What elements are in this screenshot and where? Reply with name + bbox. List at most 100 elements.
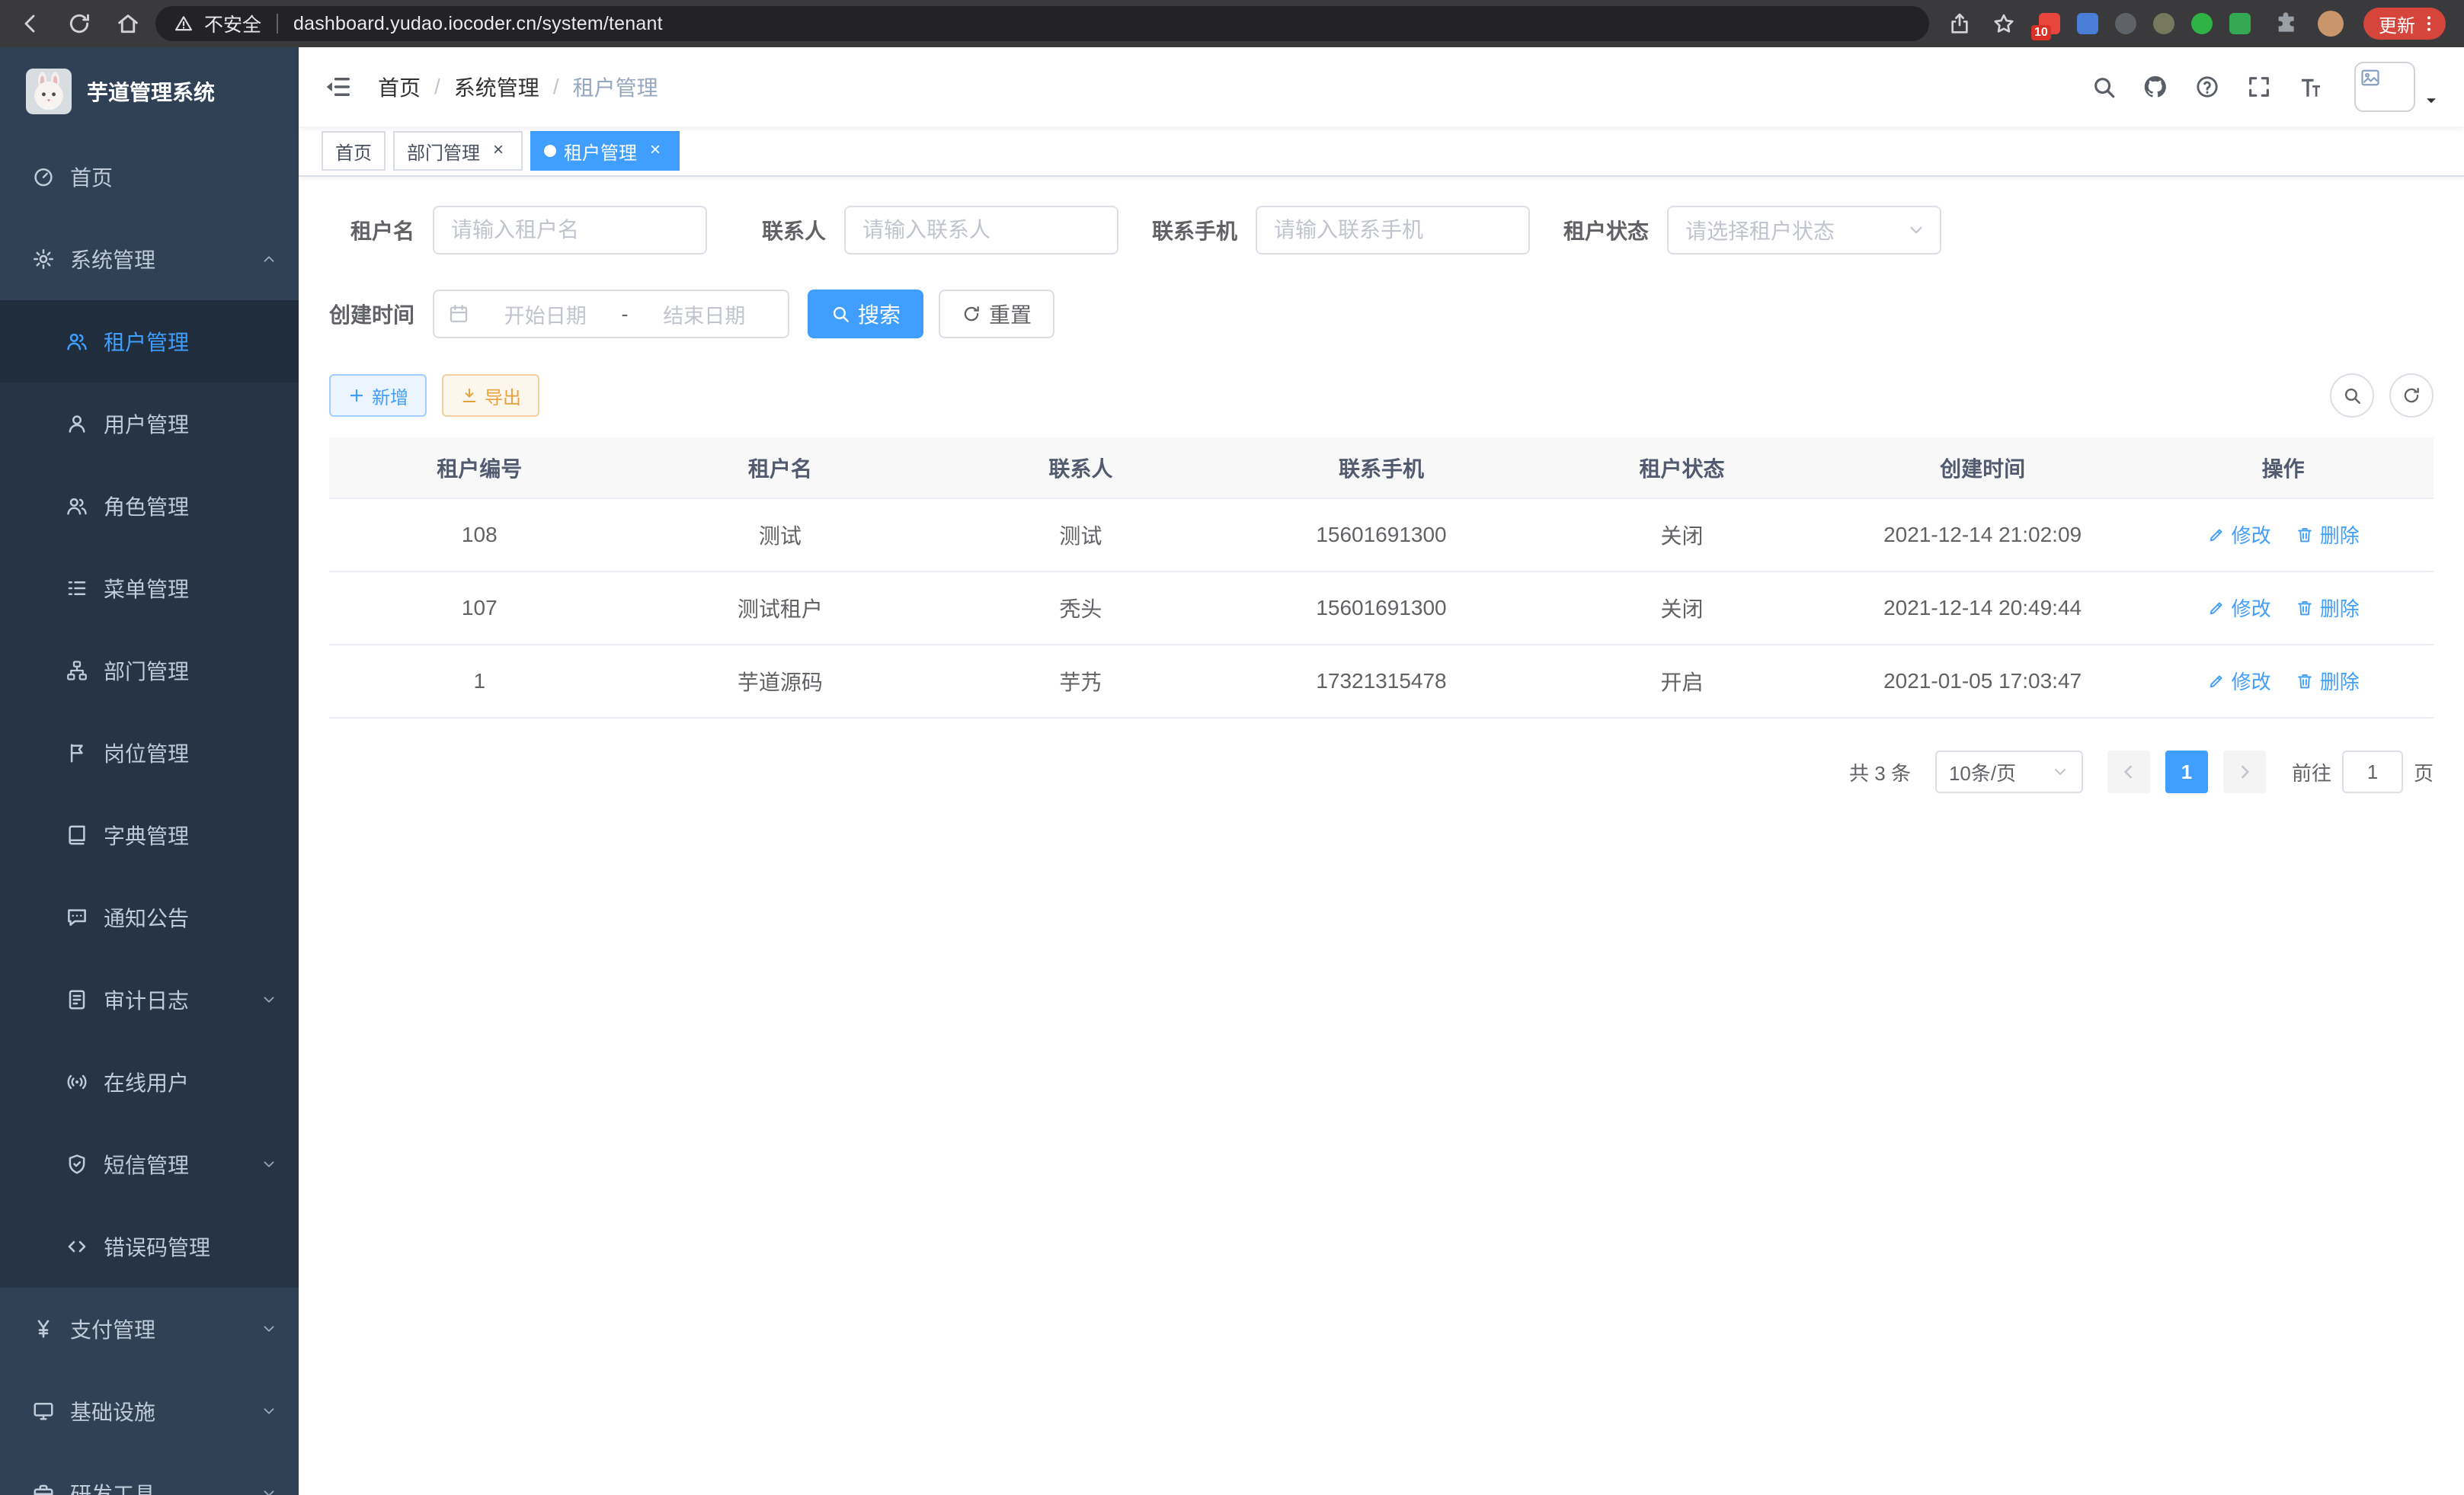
extension-icon-1[interactable]: 10 <box>2039 13 2060 34</box>
sidebar-item-pay[interactable]: 支付管理 <box>0 1288 299 1370</box>
breadcrumb-item[interactable]: 首页 <box>378 72 421 102</box>
extension-icon-5[interactable] <box>2191 13 2213 34</box>
sidebar-item-role[interactable]: 角色管理 <box>0 465 299 547</box>
browser-nav-controls <box>18 11 140 36</box>
sidebar-item-dept[interactable]: 部门管理 <box>0 629 299 712</box>
dashboard-icon <box>32 165 55 188</box>
goto-page-input[interactable] <box>2342 751 2403 793</box>
browser-menu-icon[interactable] <box>2418 13 2440 34</box>
tree-icon <box>66 659 88 682</box>
prev-page-button[interactable] <box>2107 751 2150 793</box>
breadcrumb-item[interactable]: 系统管理 <box>454 72 539 102</box>
tags-view: 首页部门管理×租户管理× <box>299 126 2464 177</box>
next-page-button[interactable] <box>2223 751 2266 793</box>
phone-label: 联系手机 <box>1152 215 1256 245</box>
sidebar-item-user[interactable]: 用户管理 <box>0 383 299 465</box>
tab-close-icon[interactable]: × <box>645 140 666 162</box>
page-size-select[interactable]: 10条/页 <box>1935 751 2083 793</box>
sidebar-item-tenant[interactable]: 租户管理 <box>0 300 299 383</box>
cell-value: 17321315478 <box>1316 669 1446 693</box>
fullscreen-icon[interactable] <box>2246 74 2272 100</box>
page-size-chevron-icon <box>2051 763 2069 781</box>
page-unit-label: 页 <box>2414 758 2434 786</box>
page-number-button[interactable]: 1 <box>2165 751 2208 793</box>
header-search-icon[interactable] <box>2091 74 2117 100</box>
sidebar-item-menu[interactable]: 菜单管理 <box>0 547 299 629</box>
browser-profile-avatar[interactable] <box>2318 11 2344 37</box>
toolbar-right-controls <box>2330 373 2434 418</box>
sidebar-item-system[interactable]: 系统管理 <box>0 218 299 300</box>
refresh-table-button[interactable] <box>2389 373 2434 418</box>
sidebar-item-post[interactable]: 岗位管理 <box>0 712 299 794</box>
extension-icon-2[interactable] <box>2077 13 2098 34</box>
create-time-range-picker[interactable]: 开始日期 - 结束日期 <box>433 290 789 338</box>
date-end-input[interactable]: 结束日期 <box>635 299 775 329</box>
column-label: 创建时间 <box>1940 457 2025 481</box>
edit-icon <box>2207 599 2226 617</box>
sidebar-item-devtool[interactable]: 研发工具 <box>0 1452 299 1495</box>
extension-icon-4[interactable] <box>2153 13 2174 34</box>
update-button[interactable]: 更新 <box>2363 8 2446 40</box>
browser-reload-icon[interactable] <box>67 11 91 36</box>
user-avatar-menu[interactable] <box>2354 62 2440 112</box>
tab-tenant[interactable]: 租户管理× <box>530 131 680 171</box>
browser-home-icon[interactable] <box>116 11 140 36</box>
add-tenant-button[interactable]: 新增 <box>329 374 427 417</box>
delete-tenant-link[interactable]: 删除 <box>2296 667 2360 695</box>
filter-contact: 联系人 <box>741 206 1118 255</box>
extension-icon-3[interactable] <box>2115 13 2136 34</box>
sidebar-item-online-user[interactable]: 在线用户 <box>0 1041 299 1123</box>
tab-close-icon[interactable]: × <box>488 140 509 162</box>
github-icon[interactable] <box>2142 74 2168 100</box>
contact-input[interactable] <box>844 206 1118 255</box>
monitor-icon <box>32 1400 55 1423</box>
sidebar-toggle-icon[interactable] <box>323 72 352 101</box>
column-header-6: 操作 <box>2133 437 2434 498</box>
help-icon[interactable] <box>2194 74 2220 100</box>
share-icon[interactable] <box>1947 11 1972 36</box>
pagination-total: 共 3 条 <box>1849 758 1911 786</box>
edit-tenant-link[interactable]: 修改 <box>2207 520 2271 549</box>
delete-tenant-link[interactable]: 删除 <box>2296 520 2360 549</box>
tenant-status-select[interactable]: 请选择租户状态 <box>1667 206 1941 255</box>
table-header-row: 租户编号租户名联系人联系手机租户状态创建时间操作 <box>329 437 2434 498</box>
reset-button[interactable]: 重置 <box>939 290 1054 338</box>
chevron-down-icon <box>261 991 277 1008</box>
column-header-5: 创建时间 <box>1832 437 2133 498</box>
cell-value: 开启 <box>1661 671 1704 694</box>
sidebar-item-infra[interactable]: 基础设施 <box>0 1370 299 1452</box>
toolbox-icon <box>32 1482 55 1495</box>
table-row: 108测试测试15601691300关闭2021-12-14 21:02:09修… <box>329 498 2434 571</box>
sidebar-item-dict[interactable]: 字典管理 <box>0 794 299 876</box>
sidebar-item-label: 租户管理 <box>104 326 277 357</box>
edit-tenant-link[interactable]: 修改 <box>2207 594 2271 622</box>
breadcrumb: 首页/系统管理/租户管理 <box>378 72 658 102</box>
cell-value: 1 <box>473 669 485 693</box>
extensions-puzzle-icon[interactable] <box>2274 11 2298 36</box>
app-logo[interactable]: 芋道管理系统 <box>0 47 299 136</box>
edit-tenant-link[interactable]: 修改 <box>2207 667 2271 695</box>
delete-tenant-link[interactable]: 删除 <box>2296 594 2360 622</box>
plus-icon <box>347 386 366 405</box>
extension-icon-6[interactable] <box>2229 13 2251 34</box>
tab-dept[interactable]: 部门管理× <box>393 131 523 171</box>
tab-home[interactable]: 首页 <box>322 131 386 171</box>
phone-input[interactable] <box>1256 206 1530 255</box>
sidebar-item-home[interactable]: 首页 <box>0 136 299 218</box>
sidebar-item-error-code[interactable]: 错误码管理 <box>0 1205 299 1288</box>
filter-create-time: 创建时间 开始日期 - 结束日期 <box>329 290 789 338</box>
export-button[interactable]: 导出 <box>442 374 539 417</box>
sidebar-item-audit-log[interactable]: 审计日志 <box>0 959 299 1041</box>
bookmark-star-icon[interactable] <box>1992 11 2016 36</box>
search-button[interactable]: 搜索 <box>808 290 923 338</box>
browser-back-icon[interactable] <box>18 11 43 36</box>
toggle-search-button[interactable] <box>2330 373 2374 418</box>
font-size-icon[interactable] <box>2298 74 2324 100</box>
document-icon <box>66 988 88 1011</box>
date-start-input[interactable]: 开始日期 <box>475 299 616 329</box>
address-bar[interactable]: 不安全 dashboard.yudao.iocoder.cn/system/te… <box>155 6 1929 41</box>
cell-contact-phone: 17321315478 <box>1231 645 1532 718</box>
sidebar-item-sms[interactable]: 短信管理 <box>0 1123 299 1205</box>
sidebar-item-notice[interactable]: 通知公告 <box>0 876 299 959</box>
tenant-name-input[interactable] <box>433 206 707 255</box>
